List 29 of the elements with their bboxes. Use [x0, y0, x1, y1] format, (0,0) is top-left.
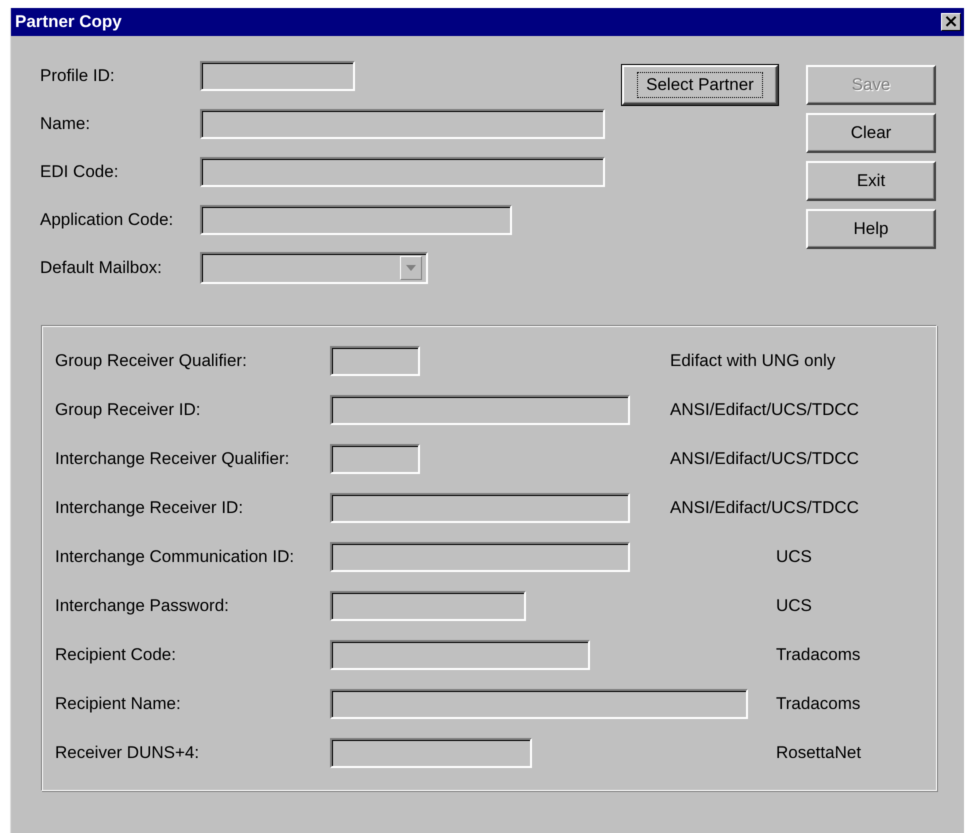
- field-label: Application Code:: [40, 210, 174, 230]
- field-note: ANSI/Edifact/UCS/TDCC: [670, 400, 859, 420]
- field-note: ANSI/Edifact/UCS/TDCC: [670, 498, 859, 518]
- dialog-button[interactable]: Exit: [806, 161, 936, 201]
- select-partner-button[interactable]: Select Partner: [622, 65, 778, 105]
- field-note: ANSI/Edifact/UCS/TDCC: [670, 449, 859, 469]
- field-label: Interchange Communication ID:: [55, 547, 296, 567]
- field-note: Tradacoms: [776, 645, 860, 665]
- field-label: Profile ID:: [40, 66, 116, 86]
- dialog-button[interactable]: Help: [806, 209, 936, 249]
- field-label: Recipient Code:: [55, 645, 177, 665]
- window-title: Partner Copy: [15, 12, 122, 32]
- field-note: UCS: [776, 596, 812, 616]
- field-label: Default Mailbox:: [40, 258, 163, 278]
- field-note: RosettaNet: [776, 743, 862, 763]
- field-label: Receiver DUNS+4:: [55, 743, 200, 763]
- field-label: Interchange Receiver ID:: [55, 498, 244, 518]
- field-label: Name:: [40, 114, 92, 134]
- close-button[interactable]: ×: [941, 13, 961, 31]
- field-label: Group Receiver ID:: [55, 400, 202, 420]
- field-label: Recipient Name:: [55, 694, 182, 714]
- field-label: EDI Code:: [40, 162, 120, 182]
- field-label: Interchange Password:: [55, 596, 230, 616]
- field-note: UCS: [776, 547, 812, 567]
- field-note: Edifact with UNG only: [670, 351, 836, 371]
- field-note: Tradacoms: [776, 694, 860, 714]
- field-label: Group Receiver Qualifier:: [55, 351, 248, 371]
- field-label: Interchange Receiver Qualifier:: [55, 449, 290, 469]
- dialog-button[interactable]: Clear: [806, 113, 936, 153]
